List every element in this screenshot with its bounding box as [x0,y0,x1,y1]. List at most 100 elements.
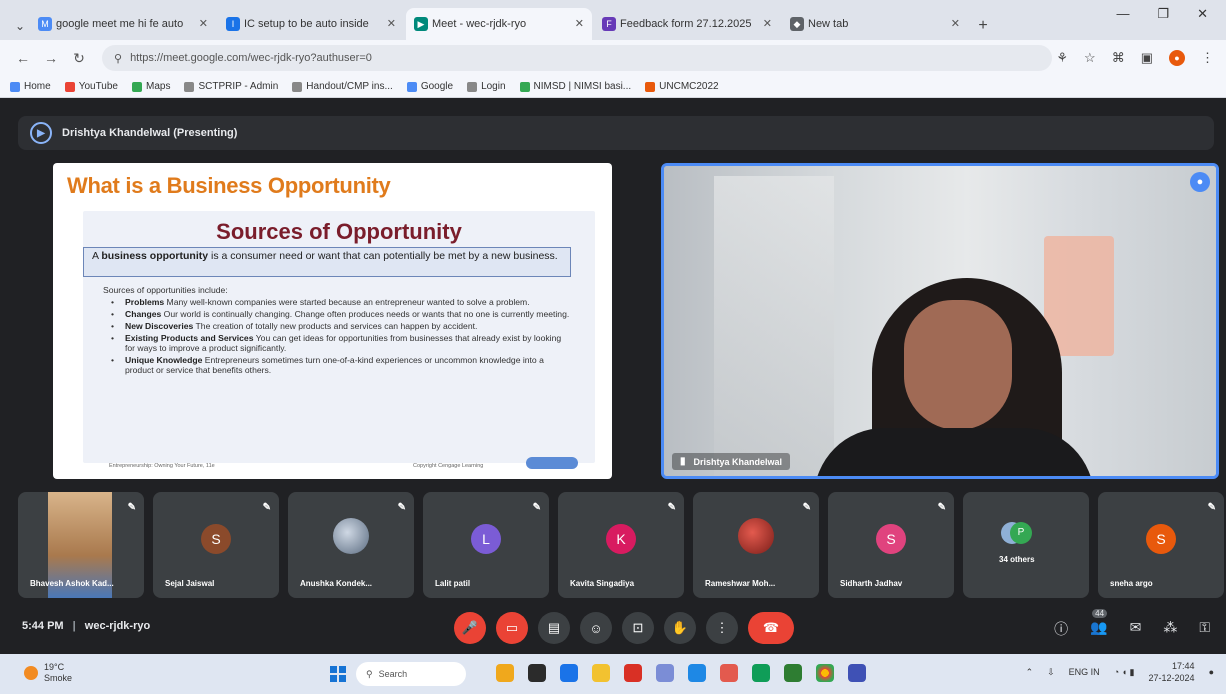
participant-name: sneha argo [1110,579,1153,588]
participant-tile[interactable]: ✎ K Kavita Singadiya [558,492,684,598]
minimize-icon[interactable]: — [1116,6,1129,22]
file-explorer-icon[interactable] [592,664,610,682]
tray-app-icon[interactable]: ⇩ [1047,667,1055,678]
speaker-name-chip: ▮ Drishtya Khandelwal [672,453,791,470]
bookmark-star-icon[interactable]: ☆ [1084,50,1096,66]
close-window-icon[interactable]: ✕ [1197,6,1208,22]
bookmark-item[interactable]: SCTPRIP - Admin [184,81,278,92]
tab-4[interactable]: F Feedback form 27.12.2025 ✕ [594,8,780,40]
host-controls-icon[interactable]: ⚿ [1199,619,1210,639]
edge-icon[interactable] [560,664,578,682]
bookmark-item[interactable]: Maps [131,81,170,92]
bookmark-item[interactable]: Google [406,81,453,92]
participant-tile[interactable]: ✎ Rameshwar Moh... [693,492,819,598]
tab-1[interactable]: M google meet me hi fe auto ✕ [30,8,216,40]
slide-bullet: Existing Products and Services You can g… [103,333,573,353]
widgets-icon[interactable] [496,664,514,682]
wifi-volume-battery-icon[interactable]: ◔ ◖ ▮ [1114,667,1135,678]
app-icon[interactable] [720,664,738,682]
close-tab-icon[interactable]: ✕ [387,17,396,30]
google-icon [406,81,417,92]
close-tab-icon[interactable]: ✕ [763,17,772,30]
task-view-icon[interactable] [528,664,546,682]
present-button[interactable]: ⊡ [622,612,654,644]
speaker-video-tile[interactable]: ● ▮ Drishtya Khandelwal [661,163,1219,479]
taskbar-clock[interactable]: 17:44 27-12-2024 [1149,660,1195,684]
weather-desc: Smoke [44,673,73,683]
back-icon[interactable]: ← [12,50,34,66]
extensions-puzzle-icon[interactable]: ⌘ [1112,50,1125,66]
mic-toggle-button[interactable]: 🎤 [454,612,486,644]
app-icon[interactable] [624,664,642,682]
forward-icon[interactable]: → [40,50,62,66]
meeting-time-info: 5:44 PM | wec-rjdk-ryo [22,620,150,632]
chat-icon[interactable]: ✉ [1130,619,1142,639]
new-tab-button[interactable]: + [970,12,996,40]
participant-avatar: L [471,524,501,554]
captions-button[interactable]: ▤ [538,612,570,644]
others-count-label: 34 others [999,555,1035,564]
slide-subtitle: Sources of Opportunity [216,219,462,244]
people-icon[interactable]: 👥 44 [1090,609,1108,639]
maximize-icon[interactable]: ❐ [1157,6,1169,22]
weather-icon [24,666,38,680]
notification-icon[interactable]: ● [1209,667,1214,677]
app-icon[interactable] [752,664,770,682]
menu-kebab-icon[interactable]: ⋮ [1201,50,1214,66]
emoji-button[interactable]: ☺ [580,612,612,644]
app-icon[interactable] [784,664,802,682]
address-bar[interactable]: ⚲ https://meet.google.com/wec-rjdk-ryo?a… [102,45,1052,71]
tray-overflow-icon[interactable]: ⌃ [1026,667,1034,678]
participant-tile[interactable]: ✎ S Sidharth Jadhav [828,492,954,598]
close-tab-icon[interactable]: ✕ [951,17,960,30]
tab-label: IC setup to be auto inside [244,18,369,30]
more-options-button[interactable]: ⋮ [706,612,738,644]
app-icon[interactable] [688,664,706,682]
bookmark-item[interactable]: Home [10,81,51,92]
bookmark-label: Home [24,81,51,92]
tab-meet-active[interactable]: ▶ Meet - wec-rjdk-ryo ✕ [406,8,592,40]
bookmark-item[interactable]: YouTube [64,81,118,92]
sidepanel-icon[interactable]: ▣ [1141,50,1153,66]
language-indicator[interactable]: ENG IN [1069,667,1100,677]
app-icon[interactable] [848,664,866,682]
weather-widget[interactable]: 19°C Smoke [24,662,72,684]
participant-tile[interactable]: ✎ S Sejal Jaiswal [153,492,279,598]
participant-tile[interactable]: ✎ Bhavesh Ashok Kad... [18,492,144,598]
raise-hand-button[interactable]: ✋ [664,612,696,644]
participant-name: Sidharth Jadhav [840,579,903,588]
definition-pre: A [92,250,102,262]
tab-search-icon[interactable]: ⌄ [10,12,30,40]
taskbar-search[interactable]: ⚲ Search [356,662,466,686]
camera-toggle-button[interactable]: ▭ [496,612,528,644]
app-icon[interactable] [656,664,674,682]
maps-icon [131,81,142,92]
definition-box: A business opportunity is a consumer nee… [83,247,571,277]
browser-tab-bar: ⌄ M google meet me hi fe auto ✕ I IC set… [0,0,1226,40]
tab-5[interactable]: ◆ New tab ✕ [782,8,968,40]
bookmark-item[interactable]: UNCMC2022 [645,81,719,92]
chrome-icon[interactable] [816,664,834,682]
bookmark-label: NIMSD | NIMSI basi... [533,81,632,92]
participant-tile[interactable]: ✎ L Lalit patil [423,492,549,598]
bookmark-item[interactable]: Login [467,81,506,92]
slide-footer-left: Entrepreneurship: Owning Your Future, 11… [109,463,215,469]
others-tile[interactable]: P 34 others [963,492,1089,598]
bookmark-item[interactable]: NIMSD | NIMSI basi... [519,81,632,92]
participant-tile[interactable]: ✎ Anushka Kondek... [288,492,414,598]
participant-strip: ✎ Bhavesh Ashok Kad... ✎ S Sejal Jaiswal… [18,492,1226,600]
activities-icon[interactable]: ⁂ [1163,619,1177,639]
close-tab-icon[interactable]: ✕ [575,17,584,30]
profile-avatar[interactable]: ● [1169,50,1185,66]
participant-tile[interactable]: ✎ S sneha argo [1098,492,1224,598]
extension-icon[interactable]: ⚘ [1056,50,1068,66]
close-tab-icon[interactable]: ✕ [199,17,208,30]
bookmark-item[interactable]: Handout/CMP ins... [292,81,393,92]
leave-call-button[interactable]: ☎ [748,612,794,644]
meeting-info-icon[interactable]: ⓘ [1054,619,1068,639]
start-button-icon[interactable] [330,666,346,682]
tab-2[interactable]: I IC setup to be auto inside ✕ [218,8,404,40]
reload-icon[interactable]: ↻ [68,50,90,67]
site-info-icon[interactable]: ⚲ [114,52,122,65]
participant-photo-avatar [333,518,369,554]
